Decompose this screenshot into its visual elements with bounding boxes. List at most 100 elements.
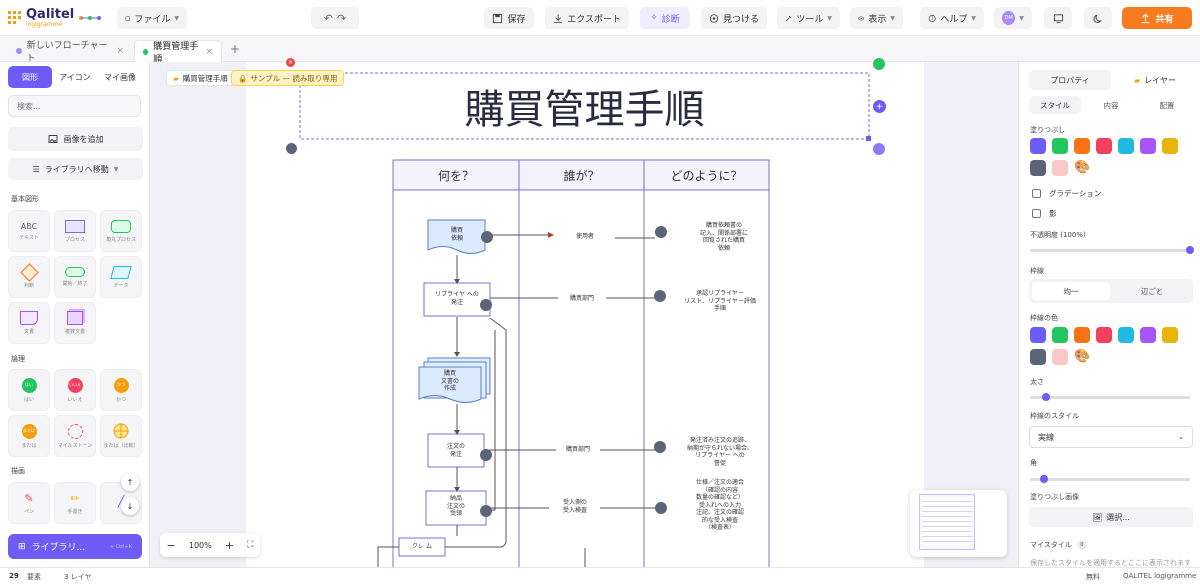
shape-data[interactable]: データ (100, 256, 142, 298)
stroke-swatch[interactable] (1052, 327, 1068, 343)
palette-icon[interactable]: 🎨 (1074, 349, 1090, 364)
stroke-swatch[interactable] (1030, 327, 1046, 343)
scroll-down-button[interactable]: ↓ (121, 497, 139, 515)
save-button[interactable]: 保存 (484, 7, 534, 29)
fill-swatch[interactable] (1162, 138, 1178, 154)
stroke-mode-uniform[interactable]: 均一 (1032, 282, 1110, 300)
share-button[interactable]: 共有 (1122, 7, 1192, 29)
zoom-level[interactable]: 100% (189, 541, 212, 550)
logic-milestone[interactable]: マイルストーン (54, 415, 96, 457)
tab-my-images[interactable]: マイ画像 (98, 66, 142, 88)
tab-icons[interactable]: アイコン (53, 66, 97, 88)
lane-header-how[interactable]: どのように？ (644, 160, 769, 190)
zoom-in-icon[interactable]: + (225, 539, 234, 552)
corner-slider[interactable] (1030, 475, 1190, 483)
shape-process[interactable]: プロセス (54, 210, 96, 252)
subtab-layout[interactable]: 配置 (1141, 96, 1193, 114)
subtab-style[interactable]: スタイル (1029, 96, 1081, 114)
thickness-label: 太さ (1030, 378, 1044, 386)
delete-handle-icon[interactable]: × (286, 58, 295, 67)
add-tab-button[interactable]: + (230, 42, 240, 56)
logic-and[interactable]: かつ かつ (100, 369, 142, 411)
subtab-content[interactable]: 内容 (1085, 96, 1137, 114)
thickness-slider[interactable] (1030, 393, 1190, 401)
fill-swatch[interactable] (1074, 138, 1090, 154)
fill-swatch[interactable] (1052, 160, 1068, 176)
present-button[interactable] (1044, 7, 1072, 29)
fill-swatch[interactable] (1030, 138, 1046, 154)
fill-swatch[interactable] (1052, 138, 1068, 154)
opacity-slider[interactable] (1030, 246, 1194, 254)
fill-swatch[interactable] (1030, 160, 1046, 176)
fit-screen-icon[interactable]: ⛶ (247, 540, 253, 550)
link-handle-icon[interactable] (286, 143, 297, 154)
slider-knob[interactable] (1040, 475, 1048, 483)
logic-no[interactable]: いいえ いいえ (54, 369, 96, 411)
shape-decision[interactable]: 判断 (8, 256, 50, 298)
slider-knob[interactable] (1042, 393, 1050, 401)
tab-purchase-procedure[interactable]: 購買管理手順 × (134, 40, 222, 65)
diagnose-button[interactable]: ✧ 診断 (640, 7, 690, 29)
search-input[interactable] (8, 95, 141, 117)
slider-knob[interactable] (1186, 246, 1194, 254)
fill-swatch[interactable] (1140, 138, 1156, 154)
shape-text[interactable]: ABC テキスト (8, 210, 50, 252)
stroke-swatch[interactable] (1052, 349, 1068, 365)
scroll-up-button[interactable]: ↑ (121, 473, 139, 491)
stroke-swatch[interactable] (1118, 327, 1134, 343)
eye-icon (858, 16, 865, 20)
stroke-swatch[interactable] (1162, 327, 1178, 343)
tab-new-flowchart[interactable]: 新しいフローチャート × (8, 40, 132, 64)
tab-properties[interactable]: プロパティ (1029, 70, 1111, 90)
fill-swatch[interactable] (1118, 138, 1134, 154)
fill-swatch[interactable] (1096, 138, 1112, 154)
stroke-swatch[interactable] (1140, 327, 1156, 343)
undo-icon[interactable]: ↶ (324, 12, 333, 25)
close-icon[interactable]: × (116, 46, 124, 56)
stroke-swatch[interactable] (1074, 327, 1090, 343)
diagram-title[interactable]: 購買管理手順 (300, 75, 869, 137)
stroke-style-select[interactable]: 実線 ⌄ (1029, 426, 1193, 448)
shape-document[interactable]: 文書 (8, 302, 50, 344)
select-image-button[interactable]: 🖼 選択... (1029, 507, 1193, 527)
stroke-swatch[interactable] (1096, 327, 1112, 343)
shadow-checkbox[interactable]: 影 (1032, 208, 1057, 219)
help-menu-button[interactable]: ? ヘルプ ▼ (920, 7, 984, 29)
export-button[interactable]: エクスポート (545, 7, 629, 29)
minimap[interactable] (910, 490, 1007, 557)
tab-layers[interactable]: ▰ レイヤー (1117, 70, 1193, 90)
close-icon[interactable]: × (205, 47, 213, 57)
shape-rounded-process[interactable]: 角丸プロセス (100, 210, 142, 252)
logic-or-compare[interactable]: または（比較） (100, 415, 142, 457)
handle-green-icon[interactable] (873, 58, 885, 70)
gradient-checkbox[interactable]: グラデーション (1032, 188, 1101, 199)
add-image-button[interactable]: 画像を追加 (8, 127, 143, 151)
file-menu-button[interactable]: ファイル ▼ (117, 7, 187, 29)
theme-toggle-button[interactable] (1084, 7, 1112, 29)
add-handle-icon[interactable]: + (873, 100, 886, 113)
logic-yes[interactable]: はい はい (8, 369, 50, 411)
draw-pencil[interactable]: ✏ 手書き (54, 482, 96, 524)
shape-terminator[interactable]: 開始／終了 (54, 256, 96, 298)
find-button[interactable]: 見つける (701, 7, 767, 29)
rotate-handle-icon[interactable] (873, 143, 885, 155)
view-menu-button[interactable]: 表示 ▼ (850, 7, 903, 29)
shape-multi-document[interactable]: 複数文書 (54, 302, 96, 344)
zoom-out-icon[interactable]: − (167, 539, 176, 552)
draw-pen[interactable]: ✎ ペン (8, 482, 50, 524)
library-button[interactable]: ⊞ ライブラリ... + Ctrl+K (8, 534, 142, 559)
stroke-mode-per-side[interactable]: 辺ごと (1113, 282, 1191, 300)
breadcrumb[interactable]: ▰ 購買管理手順 (166, 70, 235, 86)
lane-header-what[interactable]: 何を？ (393, 160, 519, 190)
stroke-swatch[interactable] (1030, 349, 1046, 365)
lane-header-who[interactable]: 誰が？ (519, 160, 644, 190)
logic-or[interactable]: または または (8, 415, 50, 457)
diagram-page[interactable] (246, 62, 924, 567)
tab-shapes[interactable]: 図形 (8, 66, 52, 88)
tools-menu-button[interactable]: ツール ▼ (777, 7, 840, 29)
user-menu-button[interactable]: DM ▼ (994, 7, 1032, 29)
app-logo[interactable]: Qalitel logigramme (8, 8, 102, 28)
redo-icon[interactable]: ↷ (337, 12, 346, 25)
library-move-button[interactable]: ☰ ライブラリへ移動 ▼ (8, 158, 143, 180)
palette-icon[interactable]: 🎨 (1074, 160, 1090, 175)
